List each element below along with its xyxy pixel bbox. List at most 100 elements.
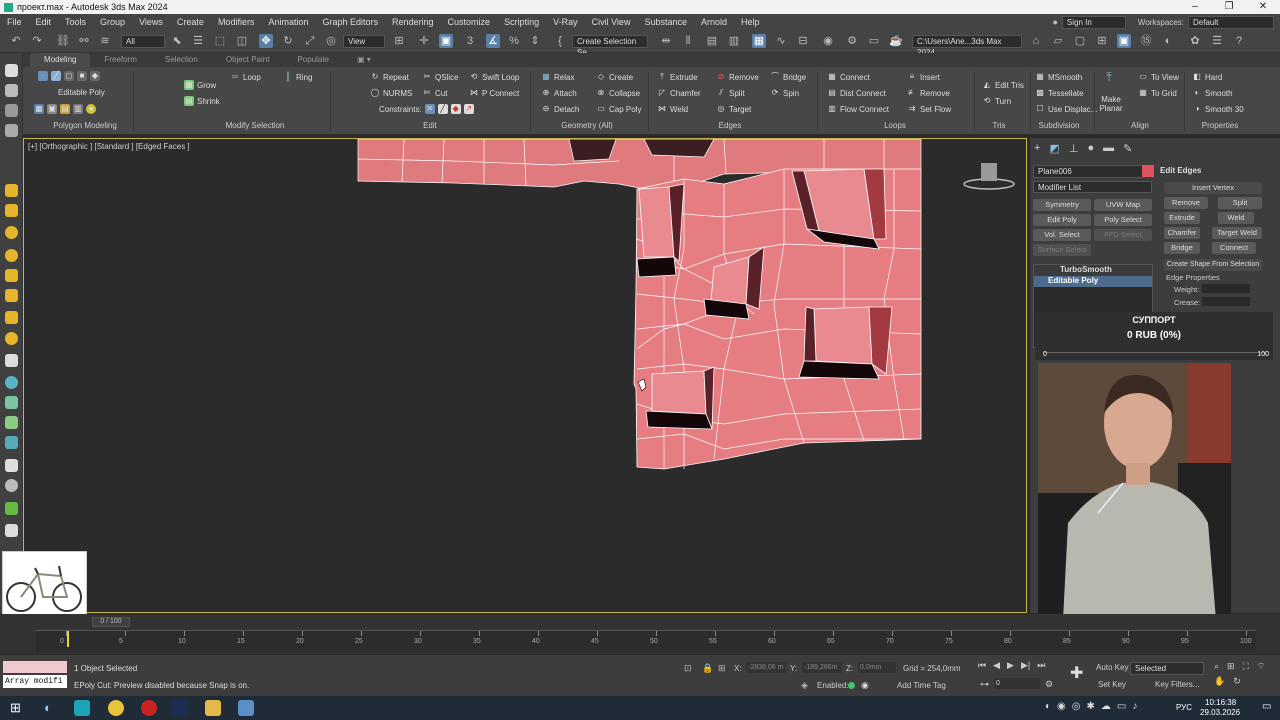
menu-vray[interactable]: V-Ray [546,14,585,30]
menu-modifiers[interactable]: Modifiers [211,14,262,30]
edit-named-selection-icon[interactable]: { [553,34,567,48]
isolate-icon[interactable]: ⊡ [684,663,692,674]
taskbar-obs-icon[interactable] [141,700,157,716]
taskbar-photoshop-icon[interactable] [172,700,188,716]
attach-button[interactable]: Attach [554,89,577,98]
camera-icon[interactable] [5,311,18,324]
link-icon[interactable]: ⛓ [56,34,70,48]
loops-label[interactable]: Loops [870,121,920,133]
save-icon[interactable]: ▢ [1073,34,1087,48]
rect-selection-icon[interactable]: ⬚ [213,34,227,48]
loop-button[interactable]: Loop [243,73,261,82]
spin-button[interactable]: Spin [783,89,799,98]
hard-button[interactable]: Hard [1205,73,1222,82]
tray-network-icon[interactable]: ▭ [1117,701,1126,712]
tab-populate[interactable]: Populate [283,53,343,67]
field-of-view-icon[interactable]: ⌔ [1257,661,1265,672]
angle-snap-icon[interactable]: ∡ [486,34,500,48]
plant-icon[interactable] [5,416,18,429]
target-icon[interactable] [5,249,18,262]
hammer-icon[interactable] [5,184,18,197]
display-tab-icon[interactable]: ▬ [1103,142,1114,158]
auto-key-button[interactable]: Auto Key [1096,663,1128,672]
maxscript-input[interactable]: Array modifi [3,675,67,688]
bone-icon[interactable] [5,396,18,409]
close-button[interactable]: ✕ [1246,0,1280,14]
symmetry-button[interactable]: Symmetry [1033,199,1091,211]
detach-button[interactable]: Detach [554,105,579,114]
chamfer-edge-button[interactable]: Chamfer [1164,227,1200,239]
dist-connect-button[interactable]: Dist Connect [840,89,886,98]
bridge-button[interactable]: Bridge [783,73,806,82]
menu-help[interactable]: Help [734,14,767,30]
tab-object-paint[interactable]: Object Paint [212,53,284,67]
extrude-edge-button[interactable]: Extrude [1164,212,1200,224]
absolute-mode-icon[interactable]: ⊞ [718,663,726,674]
move-icon[interactable]: ✥ [259,34,273,48]
reference-coord-dropdown[interactable]: View [343,35,385,48]
mirror-icon[interactable]: ⇹ [659,34,673,48]
plugin-icon[interactable]: ✿ [1188,34,1202,48]
notification-icon[interactable]: ▭ [1262,701,1271,712]
smooth-30-button[interactable]: Smooth 30 [1205,105,1244,114]
p-connect-button[interactable]: P Connect [482,89,519,98]
menu-graph-editors[interactable]: Graph Editors [315,14,385,30]
percent-snap-icon[interactable]: % [507,34,521,48]
clock-date[interactable]: 29.03.2026 [1200,708,1240,717]
rotate-icon[interactable]: ↻ [281,34,295,48]
polygon-mode-icon[interactable]: ■ [77,71,87,81]
project-path-field[interactable]: C:\Users\Ane...3ds Max 2024 [912,35,1022,57]
enabled-indicator[interactable] [848,682,855,689]
tray-bluetooth-icon[interactable]: ✱ [1087,701,1095,712]
z-coordinate-field[interactable]: 0,0mm [858,662,896,673]
tray-app-icon[interactable]: ◐ [1045,701,1051,712]
insert-vertex-button[interactable]: Insert Vertex [1164,182,1262,194]
weld-edge-button[interactable]: Weld [1218,212,1254,224]
flow-connect-button[interactable]: Flow Connect [840,105,889,114]
cap-poly-button[interactable]: Cap Poly [609,105,641,114]
pan-icon[interactable]: ✋ [1214,676,1225,687]
taskbar-3dsmax-icon[interactable] [74,700,90,716]
tray-cloud-icon[interactable]: ☁ [1101,701,1111,712]
go-to-end-icon[interactable]: ⏭ [1037,660,1045,671]
motion-tab-icon[interactable]: ● [1087,142,1094,158]
taskbar-search-icon[interactable]: ◐ [44,700,60,716]
next-frame-icon[interactable]: ▶| [1021,660,1030,671]
named-selection-dropdown[interactable]: Create Selection Se [572,35,648,57]
soft-selection-icon[interactable]: ▥ [73,104,83,114]
weight-spinner[interactable] [1202,284,1250,293]
set-flow-button[interactable]: Set Flow [920,105,951,114]
helper-icon[interactable] [5,269,18,282]
time-ruler[interactable]: 0 5 10 15 20 25 30 35 40 45 50 55 60 65 70 75 80 85 90 95 10… [36,630,1256,652]
menu-grid-icon[interactable]: ☰ [1210,34,1224,48]
material-ball-icon[interactable] [5,479,18,492]
menu-civil-view[interactable]: Civil View [585,14,638,30]
maximize-button[interactable]: ❐ [1212,0,1246,14]
taskbar-explorer-icon[interactable] [205,700,221,716]
curve-editor-icon[interactable]: ∿ [774,34,788,48]
ignore-backfacing-icon[interactable]: ▤ [60,104,70,114]
stack-item-turbosmooth[interactable]: TurboSmooth [1034,265,1152,276]
spinner-snap-icon[interactable]: ⇕ [528,34,542,48]
adaptive-degradation-icon[interactable]: ◈ [801,680,808,691]
remove-button[interactable]: Remove [729,73,759,82]
modify-tab-icon[interactable]: ◩ [1049,142,1059,158]
tray-steam-icon[interactable]: ◎ [1072,701,1081,712]
previous-frame-icon[interactable]: ◀ [993,660,1000,671]
workspaces-dropdown[interactable]: Default [1188,15,1274,29]
place-icon[interactable]: ◎ [324,34,338,48]
chamfer-button[interactable]: Chamfer [670,89,701,98]
stack-item-editable-poly[interactable]: Editable Poly [1034,276,1152,287]
turn-button[interactable]: Turn [995,97,1011,106]
ring-button[interactable]: Ring [296,73,312,82]
remove-edge-button[interactable]: Remove [1164,197,1208,209]
play-icon[interactable]: ▶ [1007,660,1014,671]
constraint-edge-icon[interactable]: ╱ [437,104,448,114]
scene-explorer-icon[interactable]: ▤ [705,34,719,48]
edit-edges-title[interactable]: Edit Edges [1160,166,1201,175]
keyboard-shortcut-icon[interactable]: ▣ [439,34,453,48]
tray-volume-icon[interactable]: ♪ [1132,701,1137,712]
bridge-edge-button[interactable]: Bridge [1164,242,1200,254]
command-panel-icon[interactable]: ▣ [1117,34,1131,48]
crease-spinner[interactable] [1202,297,1250,306]
